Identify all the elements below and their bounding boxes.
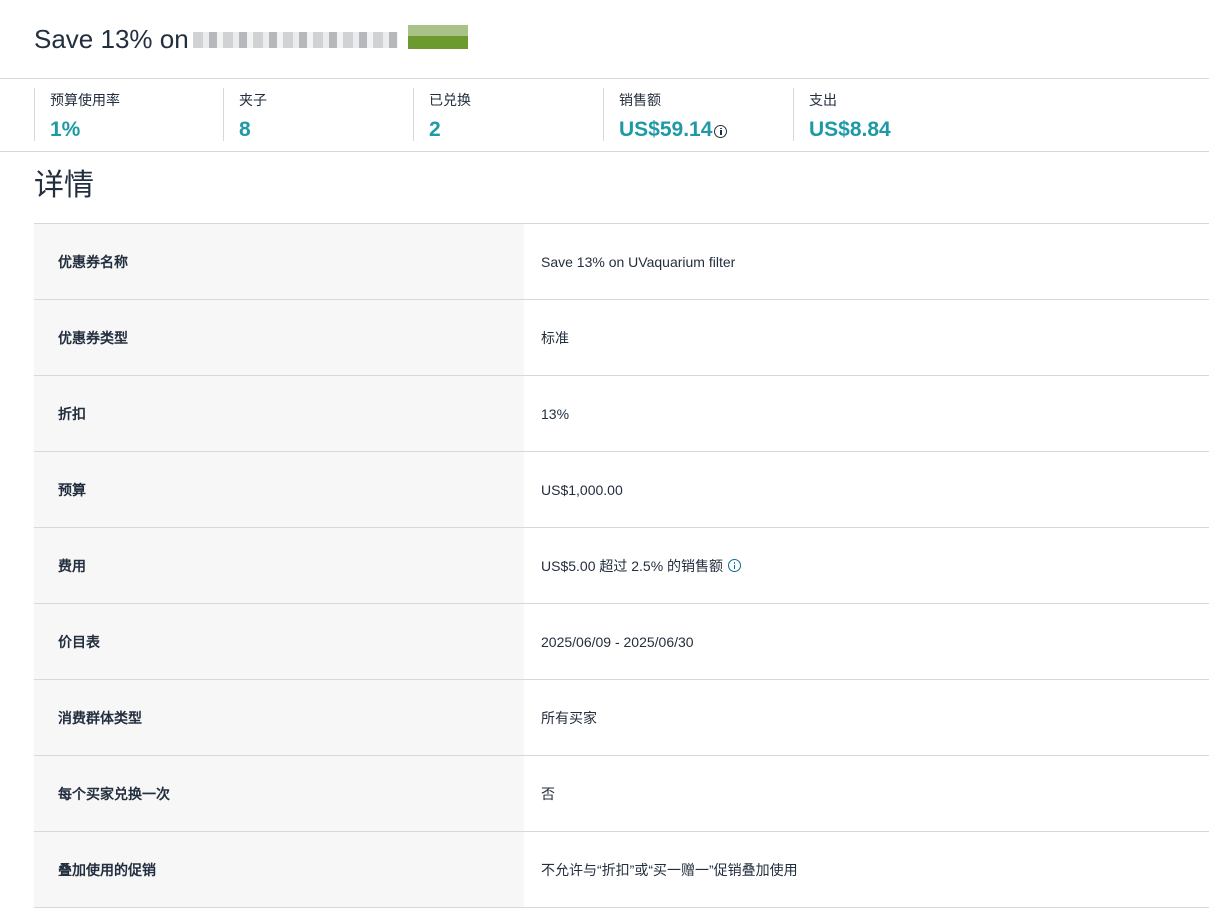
- row-label: 每个买家兑换一次: [34, 756, 524, 831]
- details-heading: 详情: [34, 169, 94, 202]
- table-row: 价目表 2025/06/09 - 2025/06/30: [34, 604, 1209, 680]
- row-label: 优惠券名称: [34, 224, 524, 299]
- metric-value: 8: [239, 118, 251, 141]
- metric-spend: 支出 US$8.84: [793, 88, 983, 143]
- metric-sales: 销售额 US$59.14: [603, 88, 793, 143]
- row-value: 13%: [541, 405, 570, 422]
- row-label: 预算: [34, 452, 524, 527]
- row-label: 优惠券类型: [34, 300, 524, 375]
- info-icon[interactable]: [728, 559, 742, 572]
- redacted-product-name: [193, 32, 398, 48]
- row-value: 所有买家: [541, 709, 597, 726]
- row-value: US$5.00 超过 2.5% 的销售额: [524, 528, 1209, 603]
- table-row: 叠加使用的促销 不允许与“折扣”或“买一赠一”促销叠加使用: [34, 832, 1209, 908]
- details-table: 优惠券名称 Save 13% on UVaquarium filter 优惠券类…: [34, 224, 1209, 908]
- row-label: 消费群体类型: [34, 680, 524, 755]
- metric-label: 夹子: [239, 92, 267, 108]
- page-title: Save 13% on: [34, 24, 189, 54]
- metrics-bar: 预算使用率 1% 夹子 8 已兑换 2 销售额 US$59.14 支出 US$8…: [0, 79, 1209, 152]
- metric-value: 1%: [50, 118, 81, 141]
- table-row: 费用 US$5.00 超过 2.5% 的销售额: [34, 528, 1209, 604]
- row-label: 价目表: [34, 604, 524, 679]
- row-value: 否: [541, 785, 555, 802]
- metric-label: 已兑换: [429, 92, 471, 108]
- table-row: 消费群体类型 所有买家: [34, 680, 1209, 756]
- row-value: Save 13% on UVaquarium filter: [541, 253, 736, 270]
- metric-label: 支出: [809, 92, 837, 108]
- table-row: 优惠券名称 Save 13% on UVaquarium filter: [34, 224, 1209, 300]
- page-header: Save 13% on: [0, 0, 1209, 79]
- table-row: 优惠券类型 标准: [34, 300, 1209, 376]
- table-row: 预算 US$1,000.00: [34, 452, 1209, 528]
- row-label: 费用: [34, 528, 524, 603]
- row-value: 2025/06/09 - 2025/06/30: [541, 633, 694, 650]
- metric-redeemed: 已兑换 2: [413, 88, 603, 143]
- row-value: 不允许与“折扣”或“买一赠一”促销叠加使用: [541, 861, 798, 878]
- row-value: 标准: [541, 329, 569, 346]
- row-label: 折扣: [34, 376, 524, 451]
- metric-value: US$59.14: [619, 118, 728, 142]
- info-icon[interactable]: [714, 124, 728, 138]
- metric-budget-usage: 预算使用率 1%: [34, 88, 224, 143]
- product-thumbnail: [408, 25, 468, 49]
- row-label: 叠加使用的促销: [34, 832, 524, 907]
- metric-clips: 夹子 8: [223, 88, 413, 143]
- table-row: 每个买家兑换一次 否: [34, 756, 1209, 832]
- metric-value: US$8.84: [809, 118, 891, 141]
- row-value: US$1,000.00: [541, 481, 623, 498]
- metric-value: 2: [429, 118, 441, 141]
- metric-label: 预算使用率: [50, 92, 120, 108]
- metric-label: 销售额: [619, 92, 661, 108]
- table-row: 折扣 13%: [34, 376, 1209, 452]
